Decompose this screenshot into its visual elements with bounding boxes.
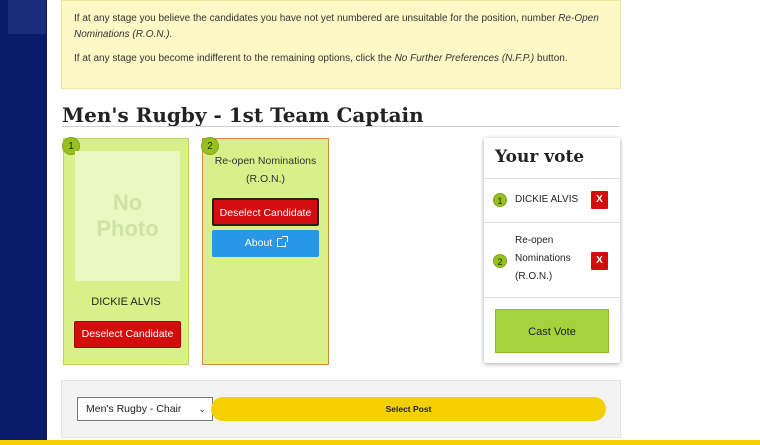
top-nav-tab bbox=[8, 0, 46, 34]
external-link-icon bbox=[277, 236, 289, 247]
vote-item-1: 1 DICKIE ALVIS X bbox=[484, 178, 620, 222]
candidate-card-1[interactable]: 1 No Photo DICKIE ALVIS Deselect Candida… bbox=[62, 137, 189, 365]
vote-item-name-line: Re-open bbox=[515, 235, 554, 246]
your-vote-panel: Your vote 1 DICKIE ALVIS X 2 Re-open Nom… bbox=[484, 138, 620, 363]
instruction-nfp: If at any stage you become indifferent t… bbox=[74, 53, 568, 64]
cast-vote-button[interactable]: Cast Vote bbox=[495, 309, 609, 353]
vote-panel-title: Your vote bbox=[495, 147, 585, 167]
select-post-button[interactable]: Select Post bbox=[211, 397, 606, 421]
remove-vote-button[interactable]: X bbox=[591, 191, 608, 209]
instructions-box: If at any stage you believe the candidat… bbox=[61, 0, 621, 89]
section-title: Men's Rugby - 1st Team Captain bbox=[62, 103, 424, 127]
candidate-name: DICKIE ALVIS bbox=[91, 296, 161, 308]
vote-item-name-line: Nominations bbox=[515, 253, 571, 264]
chevron-down-icon: ⌄ bbox=[198, 404, 206, 414]
deselect-candidate-button[interactable]: Deselect Candidate bbox=[74, 321, 181, 348]
rank-badge: 2 bbox=[493, 254, 507, 268]
vote-item-name-line: (R.O.N.) bbox=[515, 271, 553, 282]
main-content: If at any stage you believe the candidat… bbox=[47, 0, 760, 440]
rank-badge: 1 bbox=[493, 193, 507, 207]
about-button[interactable]: About bbox=[212, 230, 319, 257]
post-select-value: Men's Rugby - Chair bbox=[86, 403, 182, 415]
candidate-name: Re-open Nominations (R.O.N.) bbox=[203, 152, 328, 188]
vote-item-name: DICKIE ALVIS bbox=[515, 194, 579, 205]
divider bbox=[484, 297, 620, 298]
no-photo-text: No bbox=[112, 190, 143, 215]
no-photo-text: Photo bbox=[96, 216, 159, 241]
candidate-name-line: (R.O.N.) bbox=[245, 173, 286, 185]
candidate-name-line: Re-open Nominations bbox=[214, 155, 317, 167]
vote-item-name: Re-open Nominations (R.O.N.) bbox=[515, 232, 571, 286]
candidate-photo-placeholder: No Photo bbox=[75, 151, 180, 281]
vote-item-2: 2 Re-open Nominations (R.O.N.) X bbox=[484, 222, 620, 297]
post-selector-bar: Men's Rugby - Chair ⌄ Select Post bbox=[61, 380, 621, 438]
post-select-dropdown[interactable]: Men's Rugby - Chair ⌄ bbox=[77, 397, 213, 421]
deselect-candidate-button[interactable]: Deselect Candidate bbox=[212, 198, 319, 226]
bottom-accent-strip bbox=[0, 440, 760, 445]
remove-vote-button[interactable]: X bbox=[591, 252, 608, 270]
candidate-card-ron[interactable]: 2 Re-open Nominations (R.O.N.) Deselect … bbox=[201, 137, 329, 365]
about-label: About bbox=[244, 237, 273, 249]
instruction-ron: If at any stage you believe the candidat… bbox=[74, 13, 599, 40]
title-divider bbox=[62, 126, 620, 127]
